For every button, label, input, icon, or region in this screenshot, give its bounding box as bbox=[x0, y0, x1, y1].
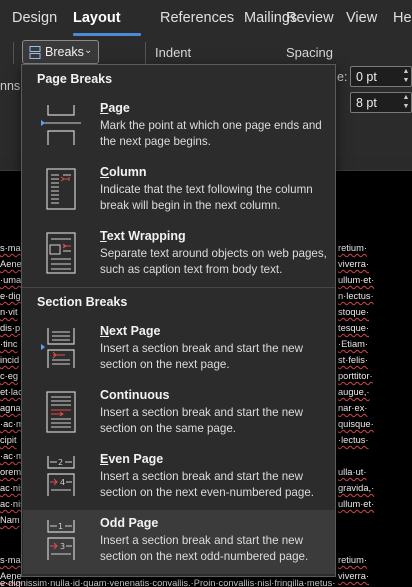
doc-text-left: s·ma bbox=[0, 555, 21, 565]
next-page-icon bbox=[41, 328, 75, 368]
section-breaks-heading: Section Breaks bbox=[37, 295, 128, 309]
spin-arrows-icon[interactable]: ▲ ▼ bbox=[401, 67, 411, 86]
doc-text-right: ullum·et· bbox=[338, 275, 375, 285]
menu-item-description: Mark the point at which one page ends an… bbox=[100, 119, 322, 148]
doc-text-left: dis·p bbox=[0, 323, 21, 333]
breaks-button[interactable]: Breaks ⌄ bbox=[22, 40, 99, 64]
doc-text-left: Nam bbox=[0, 515, 20, 525]
doc-text-left: Aene bbox=[0, 259, 22, 269]
tab-layout[interactable]: Layout bbox=[73, 10, 121, 26]
tab-references[interactable]: References bbox=[160, 10, 234, 26]
spacing-after-field[interactable]: 8 pt ▲ ▼ bbox=[350, 92, 412, 113]
doc-text-left: et·lac bbox=[0, 387, 23, 397]
menu-item-even-page[interactable]: 2 4 Even Page Insert a section break and… bbox=[23, 446, 335, 510]
menu-item-description: Insert a section break and start the new… bbox=[100, 342, 304, 371]
menu-item-title: Next Page bbox=[100, 324, 161, 338]
doc-text-right: ullum·et· bbox=[338, 499, 375, 509]
doc-text-right: ·lectus· bbox=[338, 435, 369, 445]
doc-text-right: ·Etiam· bbox=[338, 339, 368, 349]
menu-item-text-wrapping[interactable]: Text Wrapping Separate text around objec… bbox=[23, 223, 335, 287]
doc-text-right: st·felis· bbox=[338, 355, 368, 365]
doc-text-right: augue,· bbox=[338, 387, 370, 397]
tab-view[interactable]: View bbox=[346, 10, 377, 26]
menu-item-title: Odd Page bbox=[100, 516, 159, 530]
spacing-after-value: 8 pt bbox=[356, 96, 377, 110]
chevron-down-icon: ⌄ bbox=[84, 45, 93, 56]
doc-text-left: n·vit bbox=[0, 307, 18, 317]
column-break-icon bbox=[46, 168, 76, 210]
menu-item-column[interactable]: Column Indicate that the text following … bbox=[23, 159, 335, 223]
menu-item-page[interactable]: Page Mark the point at which one page en… bbox=[23, 95, 335, 159]
breaks-label: Breaks bbox=[45, 45, 84, 59]
doc-text-left: e·dig bbox=[0, 291, 21, 301]
doc-text-right: retium· bbox=[338, 555, 367, 565]
indent-label: Indent bbox=[155, 45, 192, 60]
tab-review[interactable]: Review bbox=[286, 10, 334, 26]
doc-text-left: ·uma bbox=[0, 275, 22, 285]
doc-text-left: incid bbox=[0, 355, 20, 365]
menu-item-description: Insert a section break and start the new… bbox=[100, 406, 304, 435]
spacing-before-field[interactable]: 0 pt ▲ ▼ bbox=[350, 66, 412, 87]
doc-text-right: retium· bbox=[338, 243, 367, 253]
doc-text-right: n·lectus· bbox=[338, 291, 374, 301]
menu-item-title: Column bbox=[100, 165, 147, 179]
page-break-icon bbox=[41, 105, 81, 145]
menu-item-description: Indicate that the text following the col… bbox=[100, 183, 313, 212]
columns-label-partial: nns bbox=[0, 79, 21, 93]
doc-text-right: viverra· bbox=[338, 259, 369, 269]
svg-text:2: 2 bbox=[58, 458, 63, 467]
doc-text-left: agna bbox=[0, 403, 21, 413]
svg-text:1: 1 bbox=[58, 522, 63, 531]
menu-item-title: Text Wrapping bbox=[100, 229, 186, 243]
spacing-before-value: 0 pt bbox=[356, 70, 377, 84]
spacing-before-label: e: bbox=[337, 70, 348, 84]
even-page-icon: 2 4 bbox=[47, 456, 75, 496]
doc-text-left: ·tinc bbox=[0, 339, 18, 349]
menu-item-title: Page bbox=[100, 101, 130, 115]
doc-text-bottom: e·dignissim·nulla·id·quam·venenatis·conv… bbox=[0, 578, 336, 587]
doc-text-left: cipit bbox=[0, 435, 17, 445]
text-wrapping-icon bbox=[46, 232, 76, 274]
breaks-icon bbox=[29, 46, 41, 59]
doc-text-right: quisque· bbox=[338, 419, 374, 429]
page-breaks-heading: Page Breaks bbox=[37, 72, 113, 86]
doc-text-right: nar·ex· bbox=[338, 403, 368, 413]
menu-item-title: Even Page bbox=[100, 452, 164, 466]
tab-design[interactable]: Design bbox=[12, 10, 57, 26]
menu-divider bbox=[22, 287, 335, 288]
doc-text-left: c·eg bbox=[0, 371, 19, 381]
continuous-icon bbox=[46, 391, 76, 433]
tab-help[interactable]: Hel bbox=[393, 10, 412, 26]
spacing-label: Spacing bbox=[286, 45, 333, 60]
spin-arrows-icon[interactable]: ▲ ▼ bbox=[401, 93, 411, 112]
doc-text-right: tesque· bbox=[338, 323, 370, 333]
doc-text-right: porttitor· bbox=[338, 371, 373, 381]
menu-item-next-page[interactable]: Next Page Insert a section break and sta… bbox=[23, 318, 335, 382]
ribbon-divider bbox=[13, 42, 14, 64]
menu-item-odd-page[interactable]: 1 3 Odd Page Insert a section break and … bbox=[23, 510, 335, 574]
menu-item-description: Insert a section break and start the new… bbox=[100, 534, 309, 563]
odd-page-icon: 1 3 bbox=[47, 520, 75, 560]
doc-text-right: gravida,· bbox=[338, 483, 375, 493]
svg-text:3: 3 bbox=[60, 542, 65, 551]
menu-item-continuous[interactable]: Continuous Insert a section break and st… bbox=[23, 382, 335, 446]
ribbon-divider bbox=[145, 42, 146, 64]
menu-item-description: Separate text around objects on web page… bbox=[100, 247, 327, 276]
doc-text-left: s·ma bbox=[0, 243, 21, 253]
doc-text-left: orem bbox=[0, 467, 22, 477]
menu-item-title: Continuous bbox=[100, 388, 170, 402]
doc-text-right: stoque· bbox=[338, 307, 370, 317]
breaks-dropdown-menu: Page Breaks Page Mark the point at which… bbox=[21, 64, 336, 577]
menu-item-description: Insert a section break and start the new… bbox=[100, 470, 314, 499]
doc-text-right: ulla·ut· bbox=[338, 467, 367, 477]
ribbon-tab-bar: Design Layout References Mailings Review… bbox=[0, 0, 412, 36]
svg-text:4: 4 bbox=[60, 478, 65, 487]
